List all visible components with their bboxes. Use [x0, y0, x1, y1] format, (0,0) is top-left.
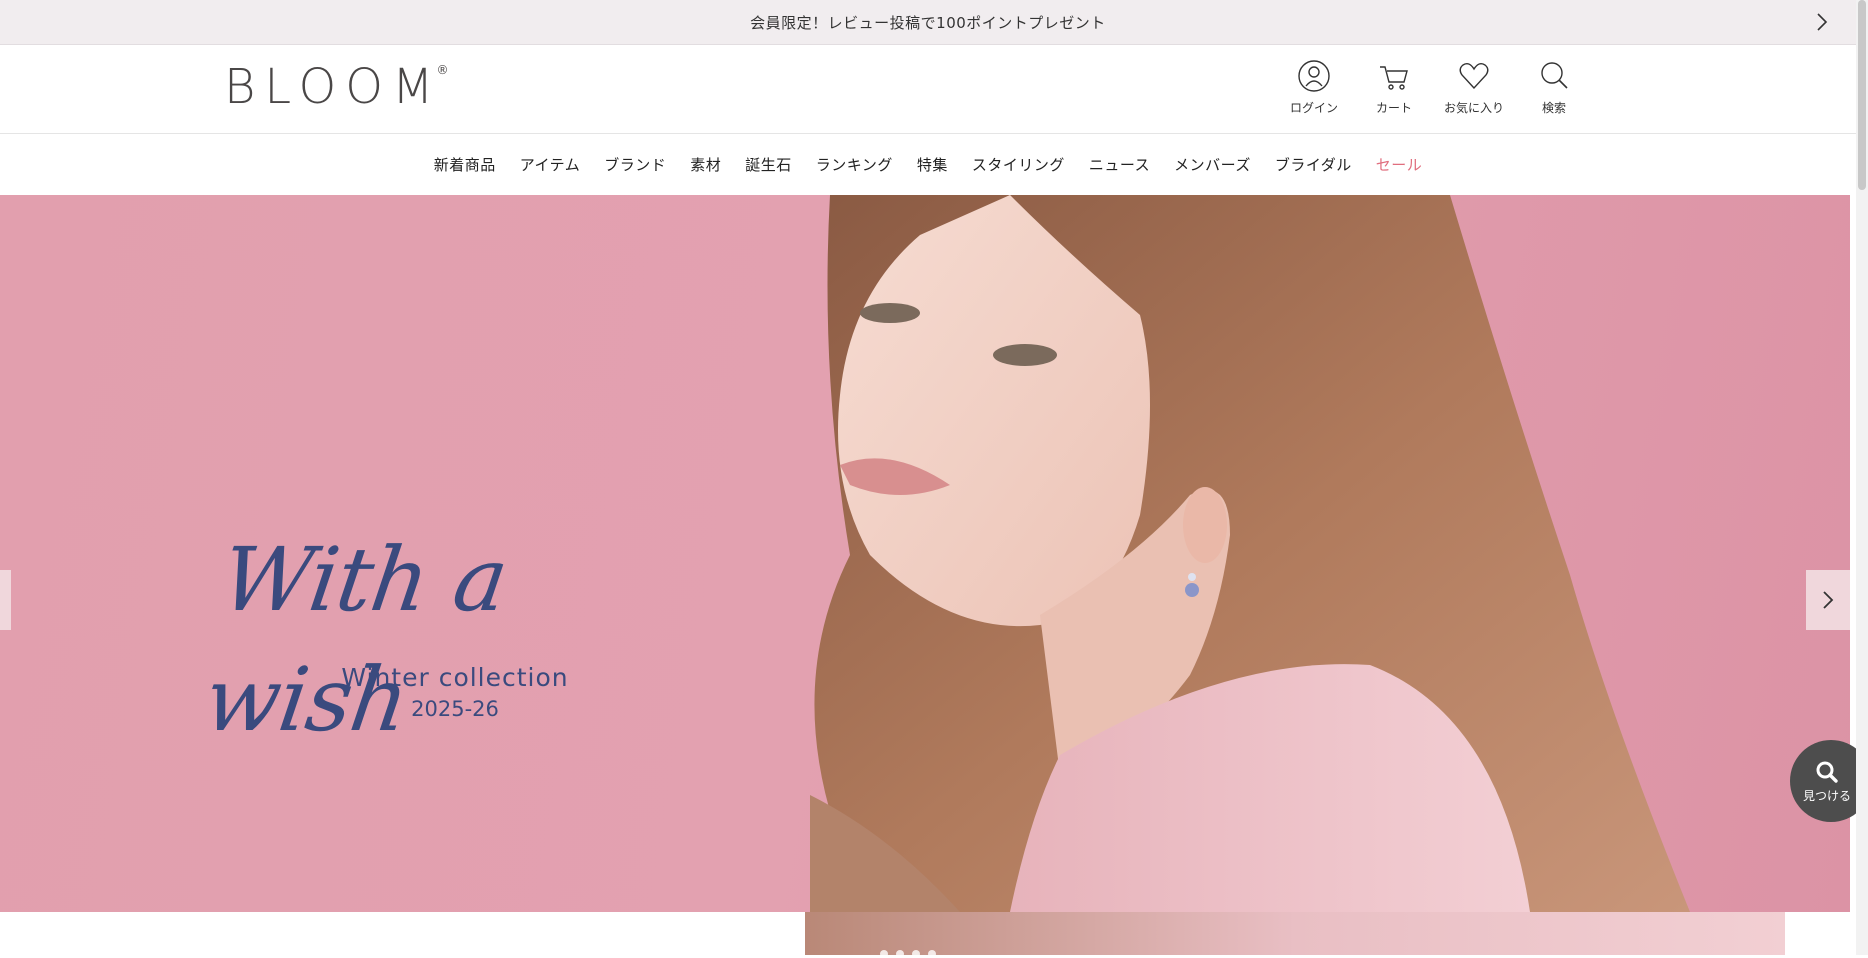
- login-label: ログイン: [1289, 101, 1338, 115]
- search-icon: [1541, 62, 1568, 89]
- cart-label: カート: [1375, 101, 1412, 115]
- find-label: 見つける: [1802, 788, 1851, 803]
- nav-item-news[interactable]: ニュース: [1077, 154, 1162, 175]
- chevron-right-icon: [1817, 13, 1828, 31]
- hero-banner[interactable]: With a wish Winter collection 2025-26: [0, 195, 1850, 912]
- hero-year: 2025-26: [411, 697, 499, 721]
- heart-icon: [1459, 62, 1489, 90]
- hero-model-image: [810, 195, 1690, 912]
- announcement-next-button[interactable]: [1810, 10, 1834, 34]
- slide-dot[interactable]: [880, 950, 888, 958]
- scrollbar-thumb[interactable]: [1858, 0, 1866, 190]
- search-label: 検索: [1541, 101, 1566, 115]
- nav-item-new[interactable]: 新着商品: [422, 154, 508, 175]
- cart-icon: [1380, 66, 1408, 90]
- nav-item-styling[interactable]: スタイリング: [960, 154, 1077, 175]
- nav-item-items[interactable]: アイテム: [508, 154, 593, 175]
- login-button[interactable]: ログイン: [1274, 59, 1354, 116]
- user-icon: [1298, 60, 1330, 92]
- hero-subtitle: Winter collection: [341, 663, 569, 692]
- search-icon: [1816, 761, 1838, 783]
- nav-item-bridal[interactable]: ブライダル: [1263, 154, 1364, 175]
- slide-dot[interactable]: [912, 950, 920, 958]
- slide-prev-button[interactable]: [0, 570, 11, 630]
- slide-dot[interactable]: [896, 950, 904, 958]
- cart-button[interactable]: カート: [1354, 59, 1434, 116]
- announcement-bar: 会員限定！レビュー投稿で100ポイントプレゼント: [0, 0, 1856, 45]
- announcement-text[interactable]: 会員限定！レビュー投稿で100ポイントプレゼント: [750, 12, 1106, 33]
- site-header: BLOOM ® ログイン カート お気に入り 検索: [0, 45, 1856, 134]
- nav-item-features[interactable]: 特集: [905, 154, 960, 175]
- hero-script-title: With a wish: [198, 528, 514, 751]
- nav-item-sale[interactable]: セール: [1364, 154, 1435, 175]
- logo-text: BLOOM: [224, 59, 443, 115]
- chevron-right-icon: [1823, 591, 1834, 609]
- favorites-label: お気に入り: [1443, 101, 1504, 115]
- logo-registered-mark: ®: [436, 63, 449, 77]
- nav-item-birthstone[interactable]: 誕生石: [733, 154, 804, 175]
- main-nav: 新着商品 アイテム ブランド 素材 誕生石 ランキング 特集 スタイリング ニュ…: [0, 134, 1856, 194]
- slide-dot[interactable]: [928, 950, 936, 958]
- favorites-button[interactable]: お気に入り: [1434, 59, 1514, 116]
- slide-next-button[interactable]: [1806, 570, 1850, 630]
- nav-item-members[interactable]: メンバーズ: [1162, 154, 1263, 175]
- search-button[interactable]: 検索: [1514, 59, 1594, 116]
- nav-item-ranking[interactable]: ランキング: [804, 154, 905, 175]
- hero-next-slide-peek: [805, 912, 1785, 955]
- header-actions: ログイン カート お気に入り 検索: [1274, 59, 1594, 116]
- nav-item-material[interactable]: 素材: [678, 154, 733, 175]
- slide-indicators: [880, 950, 936, 958]
- brand-logo[interactable]: BLOOM ®: [224, 59, 448, 115]
- page-scrollbar[interactable]: [1856, 0, 1868, 955]
- nav-item-brands[interactable]: ブランド: [592, 154, 678, 175]
